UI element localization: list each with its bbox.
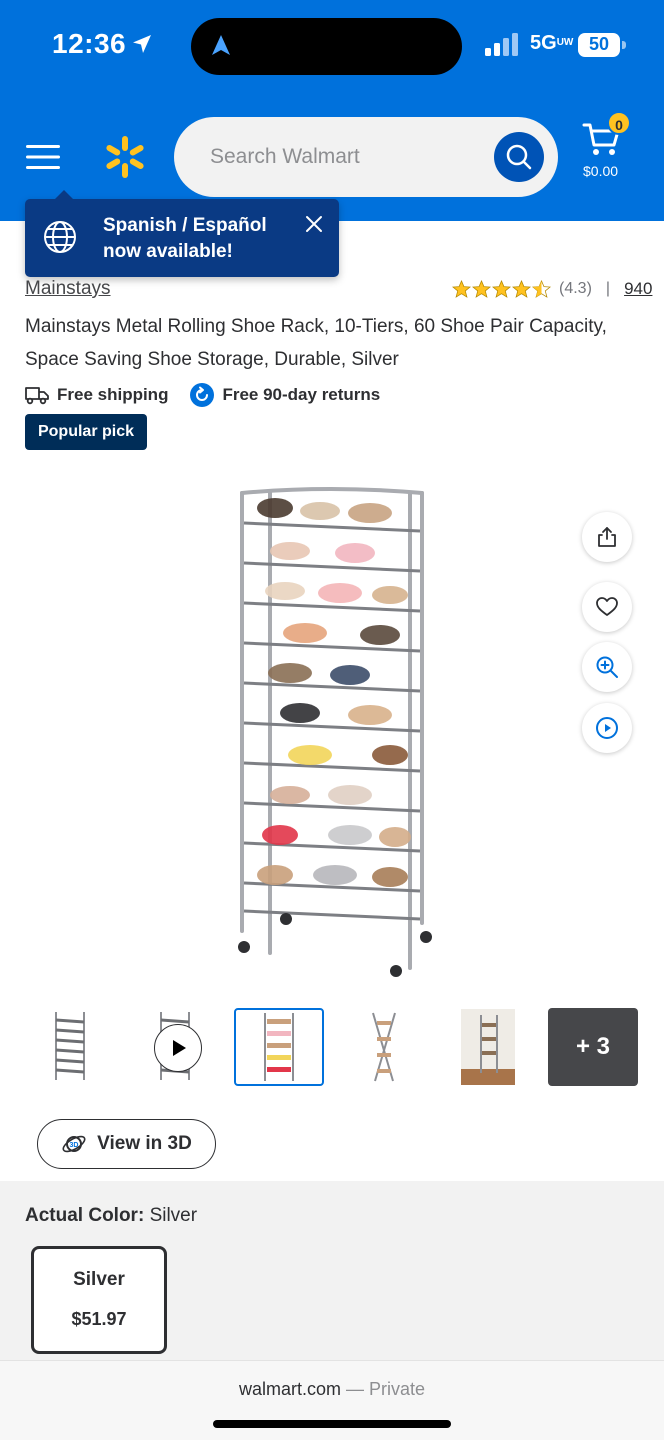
star-full-icon [492,279,511,298]
returns-icon [190,383,215,407]
url-display: walmart.com — Private [238,1379,426,1399]
thumbnail-image-room[interactable] [443,1008,533,1086]
variant-section: Actual Color: Silver Silver $51.97 [0,1181,664,1361]
search-button[interactable] [494,132,544,182]
popular-pick-badge: Popular pick [25,414,147,450]
zoom-in-icon [596,656,618,678]
star-full-icon [452,279,471,298]
free-returns-label: Free 90-day returns [222,385,381,404]
rating-separator: | [605,280,611,297]
location-arrow-icon [133,35,151,53]
star-full-icon [512,279,531,298]
battery-level: 50 [588,34,610,54]
variant-name: Silver [73,1269,125,1290]
navigation-arrow-icon [212,35,230,55]
thumbnail-image[interactable] [25,1008,115,1086]
globe-icon [44,221,76,253]
browser-address-bar[interactable]: walmart.com — Private [0,1360,664,1440]
svg-text:3D: 3D [70,1142,79,1149]
variant-option-silver[interactable]: Silver $51.97 [31,1246,167,1354]
battery-icon: 50 [578,33,626,57]
walmart-spark-logo[interactable] [103,135,147,179]
status-bar: 12:36 5GUW 50 [0,0,664,96]
favorite-button[interactable] [582,582,632,632]
play-video-icon [154,1024,202,1072]
rating-score: (4.3) [559,280,592,297]
close-icon[interactable] [303,213,325,235]
share-button[interactable] [582,512,632,562]
view-in-3d-button[interactable]: 3D View in 3D [37,1119,216,1169]
network-indicator: 5GUW [530,32,574,54]
share-icon [598,527,616,547]
signal-bars-icon [485,33,518,56]
rating-summary[interactable]: (4.3) | 940 [452,277,652,301]
menu-icon[interactable] [26,143,60,171]
fulfillment-row: Free shipping Free 90-day returns [25,381,380,409]
thumbnail-strip: + 3 [0,1008,664,1088]
actual-color-label: Actual Color: Silver [25,1205,198,1226]
thumbnail-video[interactable] [130,1008,220,1086]
heart-icon [596,597,618,616]
star-half-icon [532,279,551,298]
variant-price: $51.97 [71,1309,127,1329]
product-image-shoe-rack[interactable] [230,483,440,983]
zoom-button[interactable] [582,642,632,692]
search-icon [506,144,532,170]
status-time: 12:36 [52,28,127,59]
truck-icon [25,387,49,405]
video-button[interactable] [582,703,632,753]
rating-stars [452,279,551,299]
header: 12:36 5GUW 50 Search Walmart 0 $0.00 [0,0,664,221]
thumbnail-more-button[interactable]: + 3 [548,1008,638,1086]
cart-button[interactable]: 0 $0.00 [578,111,638,185]
product-title: Mainstays Metal Rolling Shoe Rack, 10-Ti… [25,316,607,370]
play-icon [596,717,618,739]
search-input[interactable]: Search Walmart [174,117,558,197]
search-placeholder: Search Walmart [210,145,360,168]
thumbnail-image[interactable] [339,1008,429,1086]
view-in-3d-label: View in 3D [97,1133,192,1154]
thumbnail-image-selected[interactable] [234,1008,324,1086]
review-count-link[interactable]: 940 [624,279,652,299]
brand-link[interactable]: Mainstays [25,278,111,300]
tooltip-message: Spanish / Español now available! [103,215,267,262]
cart-count-badge: 0 [607,111,631,135]
star-full-icon [472,279,491,298]
language-tooltip: Spanish / Español now available! [25,190,339,277]
home-indicator[interactable] [213,1420,451,1428]
free-shipping-label: Free shipping [57,385,169,404]
3d-icon: 3D [62,1135,86,1153]
cart-total: $0.00 [583,163,619,179]
